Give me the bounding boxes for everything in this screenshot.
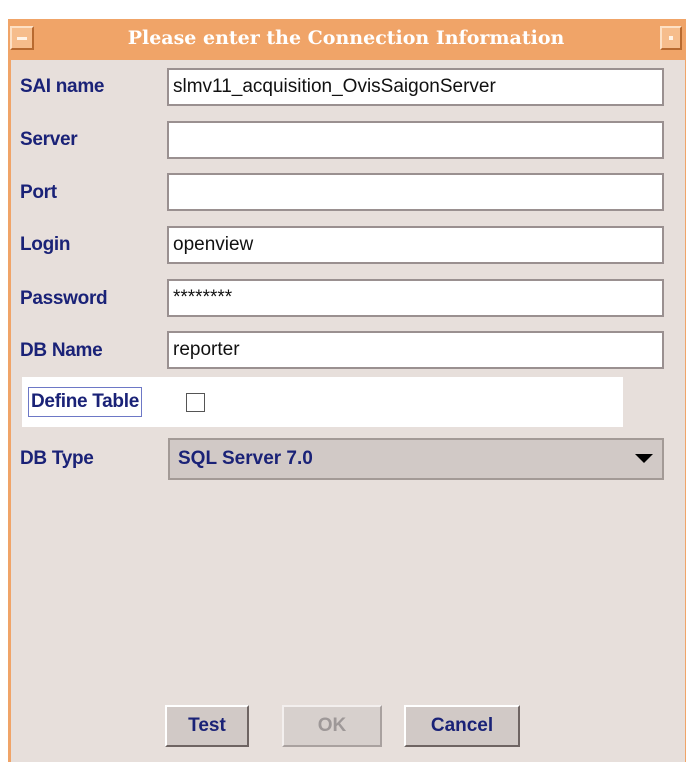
maximize-button[interactable] (660, 26, 682, 50)
title-bar[interactable]: Please enter the Connection Information (8, 19, 686, 60)
db-type-label: DB Type (20, 448, 94, 469)
minimize-icon (17, 37, 27, 40)
define-table-checkbox[interactable] (186, 393, 205, 412)
define-table-row: Define Table (22, 377, 623, 427)
cancel-button[interactable]: Cancel (404, 705, 520, 747)
password-label: Password (20, 288, 108, 309)
password-input[interactable] (167, 279, 664, 317)
form-panel: SAI name Server Port Login Password DB N… (11, 60, 685, 762)
login-label: Login (20, 234, 71, 255)
db-type-select[interactable]: SQL Server 7.0 (168, 438, 664, 480)
test-button[interactable]: Test (165, 705, 249, 747)
window-menu-button[interactable] (10, 26, 34, 50)
db-type-selected-value: SQL Server 7.0 (178, 448, 313, 469)
sai-name-input[interactable] (167, 68, 664, 106)
server-label: Server (20, 129, 78, 150)
chevron-down-icon[interactable] (635, 454, 653, 463)
db-name-input[interactable] (167, 331, 664, 369)
port-label: Port (20, 182, 57, 203)
port-input[interactable] (167, 173, 664, 211)
sai-name-label: SAI name (20, 76, 105, 97)
ok-button: OK (282, 705, 382, 747)
connection-dialog: Please enter the Connection Information … (8, 19, 686, 762)
login-input[interactable] (167, 226, 664, 264)
maximize-icon (669, 36, 673, 40)
define-table-label[interactable]: Define Table (28, 387, 142, 417)
server-input[interactable] (167, 121, 664, 159)
db-name-label: DB Name (20, 340, 103, 361)
window-title: Please enter the Connection Information (127, 27, 565, 49)
